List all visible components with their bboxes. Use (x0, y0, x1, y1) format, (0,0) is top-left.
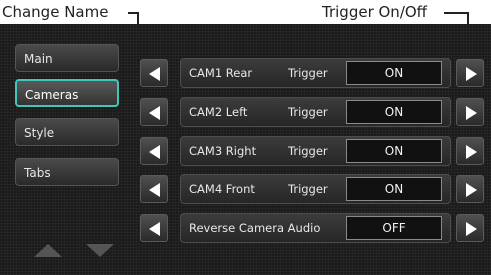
reverse-audio-left-button[interactable] (140, 214, 168, 242)
cam3-change-name-button[interactable] (140, 137, 168, 165)
reverse-audio-toggle[interactable]: OFF (346, 216, 442, 240)
cam1-change-name-button[interactable] (140, 59, 168, 87)
sidebar-item-tabs[interactable]: Tabs (15, 158, 119, 186)
trigger-label: Trigger (288, 66, 328, 80)
sidebar-item-label: Style (24, 126, 55, 140)
triangle-left-icon (149, 106, 160, 120)
camera-settings-screen: Main Cameras Style Tabs CAM1 Rear Trigge… (0, 24, 491, 275)
camera-name-label: CAM3 Right (189, 144, 257, 158)
scroll-up-button[interactable] (30, 241, 66, 259)
cam2-change-name-button[interactable] (140, 98, 168, 126)
trigger-label: Trigger (288, 182, 328, 196)
cam4-trigger-toggle[interactable]: ON (346, 177, 442, 201)
cam3-trigger-toggle-button[interactable] (456, 137, 484, 165)
triangle-left-icon (149, 145, 160, 159)
scroll-down-button[interactable] (82, 241, 118, 259)
triangle-left-icon (149, 67, 160, 81)
triangle-right-icon (466, 145, 477, 159)
cam1-trigger-toggle-button[interactable] (456, 59, 484, 87)
camera-row-cam2: CAM2 Left Trigger ON (180, 97, 451, 127)
triangle-left-icon (149, 183, 160, 197)
cam3-trigger-toggle[interactable]: ON (346, 139, 442, 163)
triangle-right-icon (466, 106, 477, 120)
sidebar-item-label: Cameras (25, 88, 79, 102)
camera-row-cam4: CAM4 Front Trigger ON (180, 174, 451, 204)
camera-name-label: CAM4 Front (189, 182, 255, 196)
sidebar-item-cameras[interactable]: Cameras (15, 79, 119, 107)
sidebar-item-label: Tabs (24, 166, 51, 180)
camera-row-cam3: CAM3 Right Trigger ON (180, 136, 451, 166)
trigger-label: Trigger (288, 144, 328, 158)
change-name-callout: Change Name (2, 3, 109, 21)
sidebar-item-main[interactable]: Main (15, 44, 119, 72)
cam1-trigger-toggle[interactable]: ON (346, 61, 442, 85)
triangle-right-icon (466, 222, 477, 236)
camera-name-label: CAM2 Left (189, 105, 248, 119)
reverse-camera-audio-label: Reverse Camera Audio (189, 221, 321, 235)
cam2-trigger-toggle[interactable]: ON (346, 100, 442, 124)
reverse-audio-toggle-button[interactable] (456, 214, 484, 242)
sidebar-item-label: Main (24, 52, 53, 66)
sidebar-item-style[interactable]: Style (15, 118, 119, 146)
callout-line (444, 12, 468, 14)
cam4-change-name-button[interactable] (140, 175, 168, 203)
triangle-right-icon (466, 183, 477, 197)
triangle-up-icon (34, 244, 62, 257)
cam4-trigger-toggle-button[interactable] (456, 175, 484, 203)
trigger-toggle-callout: Trigger On/Off (322, 3, 428, 21)
camera-row-cam1: CAM1 Rear Trigger ON (180, 58, 451, 88)
triangle-right-icon (466, 67, 477, 81)
triangle-left-icon (149, 222, 160, 236)
cam2-trigger-toggle-button[interactable] (456, 98, 484, 126)
trigger-label: Trigger (288, 105, 328, 119)
camera-name-label: CAM1 Rear (189, 66, 253, 80)
reverse-camera-audio-row: Reverse Camera Audio OFF (180, 213, 451, 243)
triangle-down-icon (86, 244, 114, 257)
